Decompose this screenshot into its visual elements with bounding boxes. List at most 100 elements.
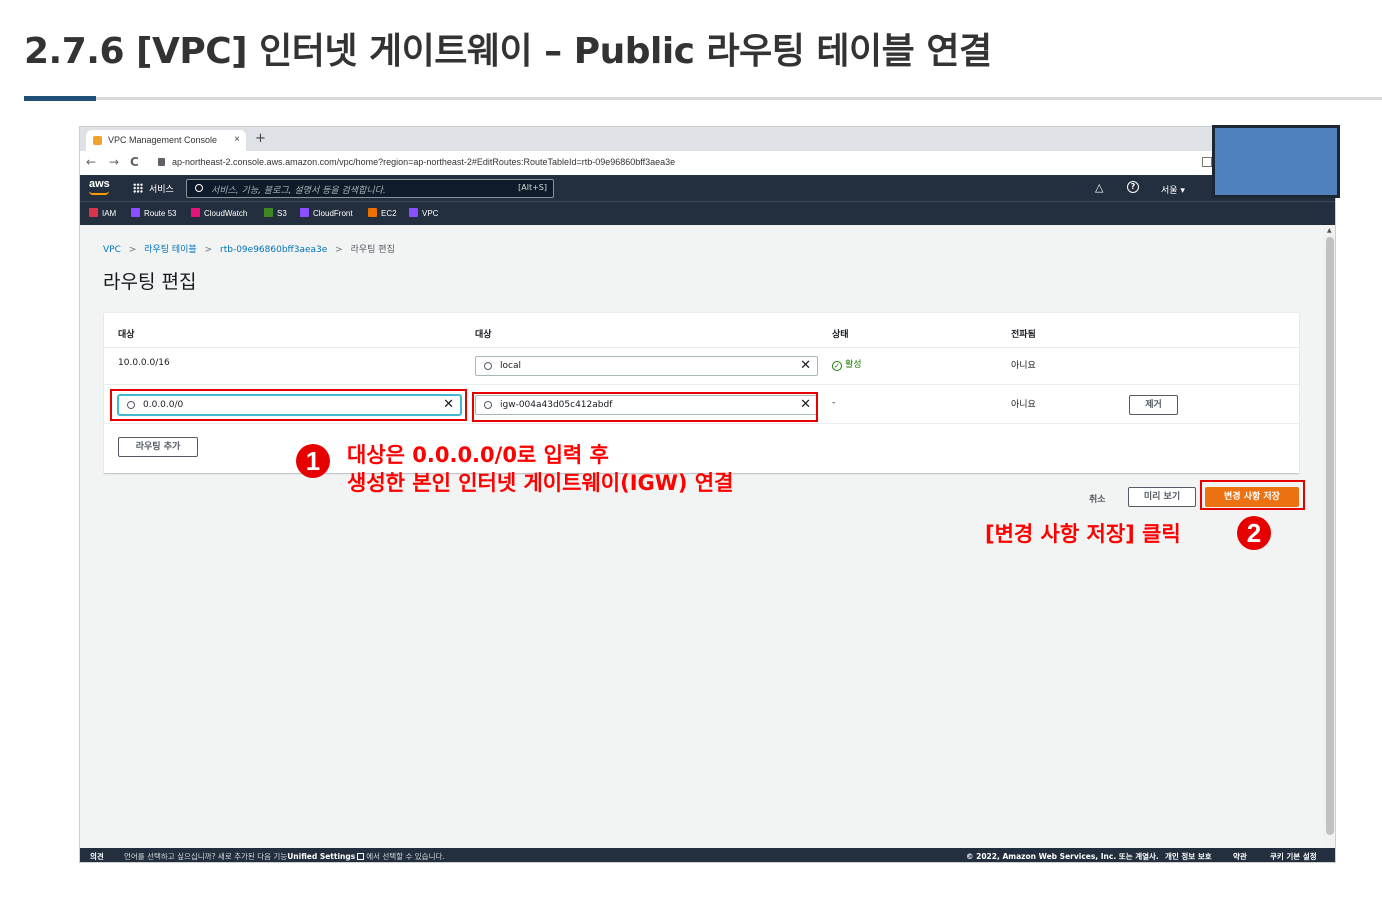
language-prompt: 언어를 선택하고 싶으십니까? 새로 추가된 다음 기능Unified Sett… bbox=[124, 851, 445, 862]
browser-tab[interactable]: VPC Management Console × bbox=[86, 130, 246, 151]
tab-title: VPC Management Console bbox=[108, 135, 218, 145]
privacy-link[interactable]: 개인 정보 보호 bbox=[1165, 851, 1212, 862]
callout-1-line-2: 생성한 본인 인터넷 게이트웨이(IGW) 연결 bbox=[347, 471, 734, 495]
favorite-ec2[interactable]: EC2 bbox=[368, 208, 397, 218]
tab-strip: VPC Management Console × + bbox=[80, 127, 1335, 151]
redaction-box bbox=[1212, 125, 1340, 198]
forward-arrow-icon[interactable]: → bbox=[109, 155, 119, 169]
route-1-status-label: 활성 bbox=[845, 360, 862, 370]
page-scrollbar[interactable]: ▲ bbox=[1323, 225, 1335, 848]
breadcrumb-route-tables[interactable]: 라우팅 테이블 bbox=[144, 245, 197, 255]
column-header-destination: 대상 bbox=[118, 330, 135, 340]
clear-icon[interactable]: ✕ bbox=[800, 358, 811, 373]
column-header-propagated: 전파됨 bbox=[1011, 330, 1036, 340]
column-header-status: 상태 bbox=[832, 330, 849, 340]
favorite-label: Route 53 bbox=[144, 209, 177, 218]
favorite-route53[interactable]: Route 53 bbox=[131, 208, 176, 218]
status-success-icon: ✓ bbox=[832, 361, 842, 371]
unified-settings-link[interactable]: Unified Settings bbox=[287, 852, 355, 861]
services-grid-icon[interactable] bbox=[133, 183, 143, 193]
language-suffix-text: 에서 선택할 수 있습니다. bbox=[366, 852, 445, 861]
favorite-label: CloudWatch bbox=[204, 209, 248, 218]
search-placeholder: 서비스, 기능, 블로그, 설명서 등을 검색합니다. bbox=[211, 186, 386, 196]
favorite-iam[interactable]: IAM bbox=[89, 208, 116, 218]
language-prompt-text: 언어를 선택하고 싶으십니까? 새로 추가된 다음 기능 bbox=[124, 852, 288, 861]
route-1-propagated: 아니요 bbox=[1011, 361, 1036, 371]
iam-icon bbox=[89, 208, 98, 217]
console-search-input[interactable]: 서비스, 기능, 블로그, 설명서 등을 검색합니다. [Alt+S] bbox=[186, 179, 554, 198]
aws-favicon-icon bbox=[93, 136, 102, 145]
favorite-cloudwatch[interactable]: CloudWatch bbox=[191, 208, 247, 218]
preview-button[interactable]: 미리 보기 bbox=[1128, 487, 1196, 507]
favorite-label: IAM bbox=[102, 209, 117, 218]
cloudwatch-icon bbox=[191, 208, 200, 217]
title-divider-accent bbox=[24, 96, 96, 101]
help-icon[interactable]: ? bbox=[1127, 181, 1139, 193]
breadcrumb-separator: > bbox=[204, 245, 213, 255]
breadcrumb-current: 라우팅 편집 bbox=[350, 245, 395, 255]
breadcrumb: VPC > 라우팅 테이블 > rtb-09e96860bff3aea3e > … bbox=[103, 242, 395, 255]
tab-close-icon[interactable]: × bbox=[234, 134, 240, 145]
route-2-propagated: 아니요 bbox=[1011, 400, 1036, 410]
copyright-text: © 2022, Amazon Web Services, Inc. 또는 계열사… bbox=[966, 852, 1159, 861]
feedback-link[interactable]: 의견 bbox=[90, 851, 104, 862]
route-1-target-input[interactable]: local ✕ bbox=[475, 356, 818, 376]
column-header-target: 대상 bbox=[475, 330, 492, 340]
slide-title: 2.7.6 [VPC] 인터넷 게이트웨이 – Public 라우팅 테이블 연… bbox=[24, 31, 992, 72]
breadcrumb-separator: > bbox=[335, 245, 343, 255]
scroll-up-icon[interactable]: ▲ bbox=[1327, 227, 1332, 234]
callout-number-2: 2 bbox=[1237, 516, 1271, 550]
route-1-destination: 10.0.0.0/16 bbox=[118, 358, 170, 368]
aws-logo-smile-icon bbox=[89, 191, 109, 195]
favorite-label: EC2 bbox=[381, 209, 397, 218]
reload-icon[interactable]: C bbox=[130, 155, 139, 169]
route-1-target-value: local bbox=[500, 361, 521, 371]
breadcrumb-route-table-id[interactable]: rtb-09e96860bff3aea3e bbox=[220, 245, 327, 255]
lock-icon bbox=[158, 158, 165, 166]
scroll-thumb[interactable] bbox=[1326, 237, 1334, 835]
callout-number-1: 1 bbox=[296, 444, 330, 478]
region-selector[interactable]: 서울 ▾ bbox=[1161, 183, 1185, 196]
favorite-label: VPC bbox=[422, 209, 439, 218]
favorite-label: CloudFront bbox=[313, 209, 353, 218]
favorite-s3[interactable]: S3 bbox=[264, 208, 287, 218]
route53-icon bbox=[131, 208, 140, 217]
favorites-bar: IAM Route 53 CloudWatch S3 CloudFront EC… bbox=[80, 201, 1335, 225]
cloudfront-icon bbox=[300, 208, 309, 217]
breadcrumb-vpc[interactable]: VPC bbox=[103, 245, 121, 255]
aws-top-nav: aws 서비스 서비스, 기능, 블로그, 설명서 등을 검색합니다. [Alt… bbox=[80, 175, 1335, 201]
ec2-icon bbox=[368, 208, 377, 217]
address-bar[interactable]: ap-northeast-2.console.aws.amazon.com/vp… bbox=[172, 157, 675, 167]
callout-1-line-1: 대상은 0.0.0.0/0로 입력 후 bbox=[347, 443, 609, 467]
share-icon[interactable] bbox=[1202, 157, 1212, 167]
back-arrow-icon[interactable]: ← bbox=[86, 155, 96, 169]
browser-toolbar: ← → C ap-northeast-2.console.aws.amazon.… bbox=[80, 151, 1335, 175]
console-footer: 의견 언어를 선택하고 싶으십니까? 새로 추가된 다음 기능Unified S… bbox=[80, 848, 1335, 862]
remove-route-button[interactable]: 제거 bbox=[1129, 395, 1178, 415]
favorite-cloudfront[interactable]: CloudFront bbox=[300, 208, 353, 218]
favorite-label: S3 bbox=[277, 209, 287, 218]
title-divider bbox=[24, 97, 1382, 100]
s3-icon bbox=[264, 208, 273, 217]
route-2-status: - bbox=[832, 398, 836, 408]
aws-logo[interactable]: aws bbox=[89, 178, 110, 190]
notification-bell-icon[interactable]: △ bbox=[1095, 181, 1105, 194]
row-divider bbox=[104, 347, 1299, 348]
vpc-icon bbox=[409, 208, 418, 217]
row-divider bbox=[104, 423, 1299, 424]
favorite-vpc[interactable]: VPC bbox=[409, 208, 438, 218]
terms-link[interactable]: 약관 bbox=[1233, 851, 1247, 862]
cookie-preferences-link[interactable]: 쿠키 기본 설정 bbox=[1270, 851, 1317, 862]
new-tab-button[interactable]: + bbox=[255, 131, 266, 146]
highlight-destination-box bbox=[110, 389, 467, 421]
add-route-button[interactable]: 라우팅 추가 bbox=[118, 437, 198, 457]
search-icon bbox=[195, 184, 203, 192]
services-menu[interactable]: 서비스 bbox=[149, 182, 174, 195]
cancel-button[interactable]: 취소 bbox=[1089, 492, 1106, 505]
search-shortcut: [Alt+S] bbox=[518, 183, 547, 192]
external-link-icon bbox=[357, 853, 365, 860]
page-title: 라우팅 편집 bbox=[103, 271, 197, 293]
route-1-status: ✓ 활성 bbox=[832, 357, 862, 371]
row-divider bbox=[104, 384, 1299, 385]
search-icon bbox=[484, 362, 492, 370]
